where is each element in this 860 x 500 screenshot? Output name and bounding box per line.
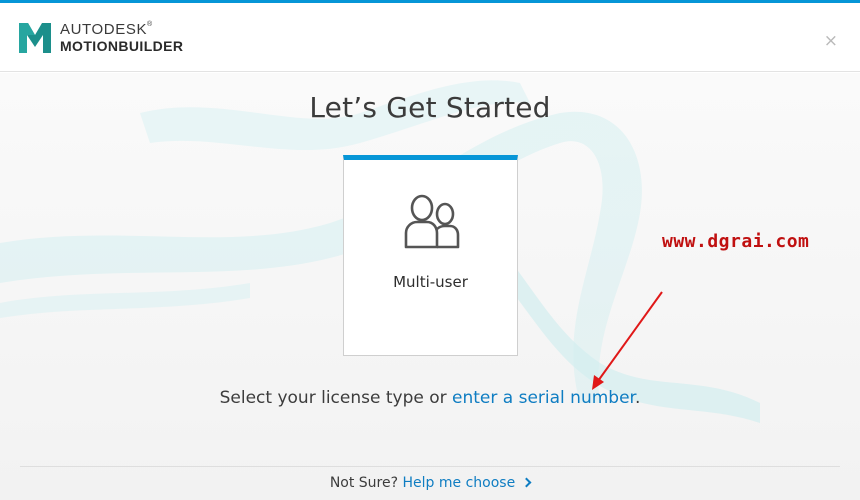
close-icon[interactable]: × xyxy=(824,33,838,50)
license-option-multi-user[interactable]: Multi-user xyxy=(343,155,518,356)
license-prompt-text: Select your license type or xyxy=(219,388,453,408)
footer-divider xyxy=(20,466,840,467)
help-me-choose-link[interactable]: Help me choose xyxy=(403,475,516,491)
header-bar: AUTODESK® MOTIONBUILDER × xyxy=(0,3,860,72)
license-prompt-suffix: . xyxy=(634,388,641,408)
footer: Not Sure? Help me choose xyxy=(0,475,860,491)
brand-company: AUTODESK® xyxy=(60,21,153,38)
multi-user-icon xyxy=(404,194,460,249)
motionbuilder-logo-icon xyxy=(19,23,51,53)
main-panel: Let’s Get Started Multi-user Select your… xyxy=(0,73,860,500)
license-prompt: Select your license type or enter a seri… xyxy=(0,388,860,408)
not-sure-text: Not Sure? xyxy=(329,475,399,491)
brand-product: MOTIONBUILDER xyxy=(60,38,184,54)
enter-serial-number-link[interactable]: enter a serial number xyxy=(452,388,635,408)
page-title: Let’s Get Started xyxy=(309,91,551,124)
chevron-right-icon[interactable] xyxy=(521,477,532,488)
watermark-text: www.dgrai.com xyxy=(662,231,810,252)
license-option-label: Multi-user xyxy=(393,273,468,291)
